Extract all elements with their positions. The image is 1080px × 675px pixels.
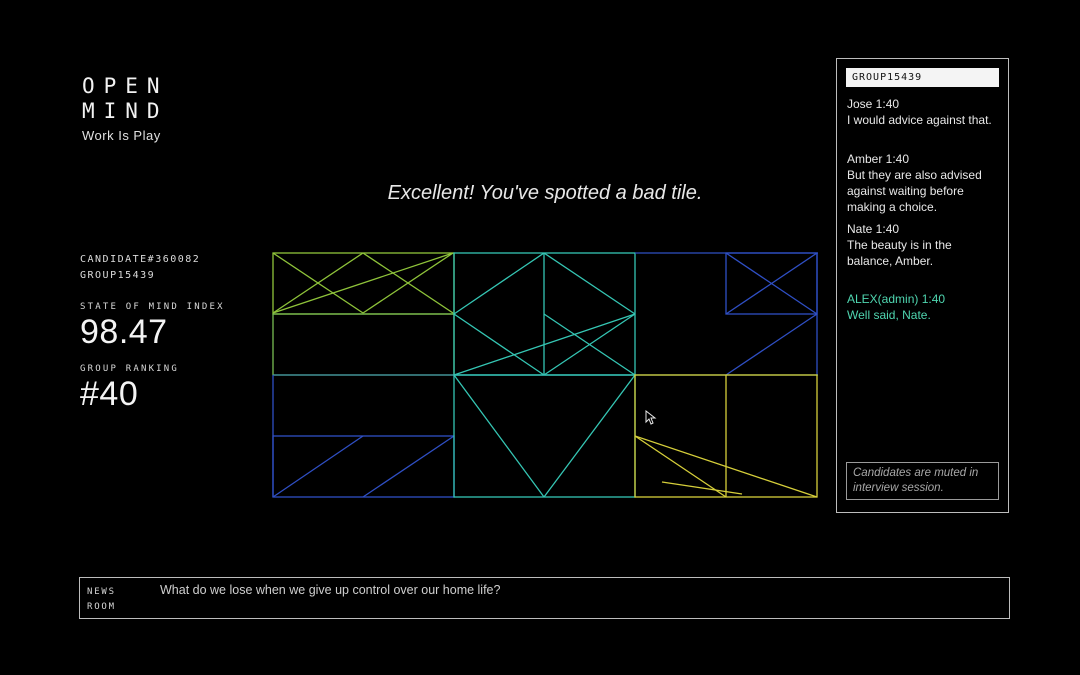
chat-message-jose: Jose 1:40 I would advice against that. (847, 96, 998, 128)
news-room-label: NEWS ROOM (87, 585, 147, 615)
brand-line-1: OPEN (82, 74, 169, 98)
candidate-stats: CANDIDATE#360082 GROUP15439 STATE OF MIN… (80, 252, 260, 414)
news-label-line-1: NEWS (87, 587, 116, 597)
brand-logo: OPEN MIND Work Is Play (82, 74, 169, 143)
tile-r3-c1[interactable] (272, 375, 455, 498)
chat-messages[interactable]: Jose 1:40 I would advice against that. A… (837, 87, 1008, 323)
muted-notice: Candidates are muted in interview sessio… (846, 462, 999, 500)
chat-message-amber: Amber 1:40 But they are also advised aga… (847, 151, 998, 215)
brand-line-2: MIND (82, 99, 169, 123)
tile-r1-c2[interactable] (453, 252, 636, 376)
state-of-mind-value: 98.47 (80, 313, 168, 351)
chat-message-nate: Nate 1:40 The beauty is in the balance, … (847, 221, 998, 269)
chat-text: Well said, Nate. (847, 308, 931, 322)
chat-panel: GROUP15439 Jose 1:40 I would advice agai… (836, 58, 1009, 513)
candidate-id: CANDIDATE#360082 (80, 254, 201, 265)
group-ranking-label: GROUP RANKING (80, 364, 180, 374)
chat-text: The beauty is in the balance, Amber. (847, 238, 952, 268)
chat-group-tag: GROUP15439 (846, 68, 999, 87)
chat-author: Jose 1:40 (847, 97, 900, 111)
chat-text: But they are also advised against waitin… (847, 168, 982, 214)
tile-board (272, 252, 818, 498)
chat-author: ALEX(admin) 1:40 (847, 292, 946, 306)
chat-text: I would advice against that. (847, 113, 992, 127)
group-id: GROUP15439 (80, 270, 156, 281)
news-label-line-2: ROOM (87, 602, 116, 612)
chat-author: Amber 1:40 (847, 152, 910, 166)
chat-message-admin: ALEX(admin) 1:40 Well said, Nate. (847, 291, 998, 323)
tile-r2-c1[interactable] (272, 313, 455, 376)
chat-author: Nate 1:40 (847, 222, 900, 236)
brand-tagline: Work Is Play (82, 128, 161, 143)
tile-r1-c1[interactable] (272, 252, 455, 315)
news-room-ticker: NEWS ROOM What do we lose when we give u… (79, 577, 1010, 619)
feedback-message: Excellent! You've spotted a bad tile. (387, 182, 703, 204)
state-of-mind-label: STATE OF MIND INDEX (80, 302, 225, 312)
group-ranking-value: #40 (80, 375, 139, 413)
tile-r3-c2[interactable] (453, 374, 636, 498)
tile-r1-c3[interactable] (635, 252, 818, 376)
news-headline[interactable]: What do we lose when we give up control … (160, 583, 500, 597)
tile-r3-c3[interactable] (634, 374, 818, 498)
arrow-cursor-icon (645, 410, 657, 425)
